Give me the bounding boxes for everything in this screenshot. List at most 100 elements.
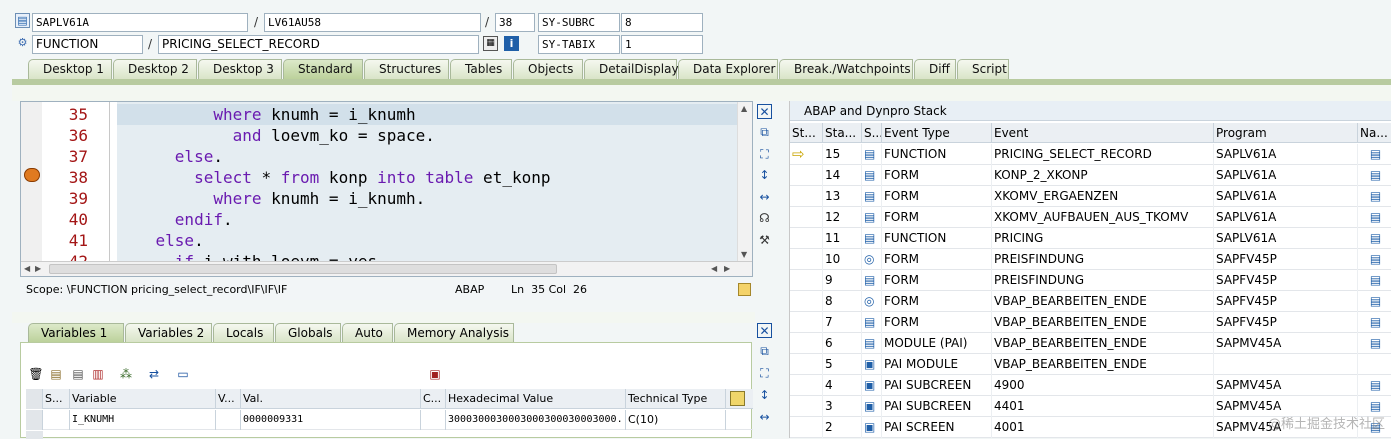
scroll-right-icon[interactable]: ▶ [35, 264, 41, 273]
event-type-field[interactable]: FUNCTION [32, 35, 143, 54]
tab-variables-2[interactable]: Variables 2 [125, 323, 212, 342]
tab-globals[interactable]: Globals [275, 323, 341, 342]
tab-standard[interactable]: Standard [283, 59, 363, 79]
navigate-icon[interactable]: ▤ [1358, 207, 1391, 228]
copy-icon[interactable]: ▤ [48, 366, 64, 382]
stack-row[interactable]: 5 ▣ PAI MODULE VBAP_BEARBEITEN_ENDE [790, 354, 1391, 375]
swap-horizontal-icon[interactable]: ↔ [757, 410, 772, 425]
breakpoint-marker-icon[interactable] [24, 168, 40, 182]
tab-auto[interactable]: Auto [342, 323, 393, 342]
close-icon[interactable]: ✕ [757, 104, 772, 119]
navigate-icon[interactable]: ▤ [1358, 249, 1391, 270]
new-window-icon[interactable]: ⧉ [757, 125, 772, 140]
navigate-icon[interactable] [1358, 354, 1391, 375]
col-header[interactable]: Event [992, 123, 1214, 143]
stack-row[interactable]: 13 ▤ FORM XKOMV_ERGAENZEN SAPLV61A ▤ [790, 186, 1391, 207]
tab-locals[interactable]: Locals [213, 323, 274, 342]
stack-row[interactable]: 6 ▤ MODULE (PAI) VBAP_BEARBEITEN_ENDE SAPMV4… [790, 333, 1391, 354]
col-header[interactable]: Variable [70, 389, 216, 409]
editor-horizontal-scrollbar[interactable]: ◀ ▶ ◀ ▶ [21, 261, 752, 276]
tab-memory-analysis[interactable]: Memory Analysis [394, 323, 514, 342]
navigate-icon[interactable]: ▤ [1358, 270, 1391, 291]
breakpoint-gutter[interactable] [21, 102, 42, 262]
headset-icon[interactable]: ☊ [757, 211, 772, 226]
tab-objects[interactable]: Objects [513, 59, 583, 79]
include-field[interactable]: LV61AU58 [264, 13, 481, 32]
stack-row[interactable]: 8 ◎ FORM VBAP_BEARBEITEN_ENDE SAPFV45P ▤ [790, 291, 1391, 312]
event-field[interactable]: PRICING_SELECT_RECORD [158, 35, 479, 54]
navigate-icon[interactable]: ⇄ [146, 366, 162, 382]
folder-icon[interactable]: ▭ [175, 366, 191, 382]
navigate-icon[interactable]: ▤ [1358, 312, 1391, 333]
tab-desktop-2[interactable]: Desktop 2 [113, 59, 197, 79]
scroll-down-icon[interactable]: ▼ [741, 250, 747, 259]
maximize-icon[interactable]: ⛶ [757, 366, 772, 381]
row-selector-header[interactable] [26, 389, 43, 409]
navigate-icon[interactable]: ▤ [1358, 186, 1391, 207]
info-icon[interactable]: i [504, 36, 519, 51]
col-header[interactable]: S... [43, 389, 70, 409]
program-field[interactable]: SAPLV61A [32, 13, 248, 32]
stack-row[interactable]: ⇨ 15 ▤ FUNCTION PRICING_SELECT_RECORD SAPLV61… [790, 144, 1391, 165]
swap-vertical-icon[interactable]: ↕ [757, 388, 772, 403]
stack-row[interactable]: 12 ▤ FORM XKOMV_AUFBAUEN_AUS_TKOMV SAPLV61A ▤ [790, 207, 1391, 228]
row-selector[interactable] [26, 410, 43, 430]
close-icon[interactable]: ✕ [757, 323, 772, 338]
col-header[interactable]: S... [862, 123, 882, 143]
scroll-left-icon[interactable]: ◀ [24, 264, 30, 273]
col-header[interactable]: Sta... [823, 123, 862, 143]
save-icon[interactable]: ▣ [427, 366, 443, 382]
tools-icon[interactable]: ⚒ [757, 233, 772, 248]
editor-vertical-scrollbar[interactable]: ▲ ▼ [737, 102, 752, 262]
scroll-thumb[interactable] [49, 264, 557, 274]
delete-icon[interactable]: 🗑 [28, 366, 44, 382]
navigate-icon[interactable]: ▤ [1358, 165, 1391, 186]
col-header[interactable]: Na... [1358, 123, 1391, 143]
tab-diff[interactable]: Diff [914, 59, 956, 79]
tab-script[interactable]: Script [957, 59, 1009, 79]
code-area[interactable]: where knumh = i_knumh and loevm_ko = spa… [117, 102, 737, 271]
col-header[interactable]: V... [216, 389, 241, 409]
new-window-icon[interactable]: ⧉ [757, 344, 772, 359]
stack-row[interactable]: 14 ▤ FORM KONP_2_XKONP SAPLV61A ▤ [790, 165, 1391, 186]
stack-row[interactable]: 4 ▣ PAI SUBCREEN 4900 SAPMV45A ▤ [790, 375, 1391, 396]
tab-structures[interactable]: Structures [364, 59, 449, 79]
tab-variables-1[interactable]: Variables 1 [28, 323, 124, 342]
hierarchy-icon[interactable]: ⁂ [118, 366, 134, 382]
scroll-right-icon[interactable]: ▶ [724, 264, 730, 273]
variable-value[interactable]: 0000009331 [241, 410, 421, 430]
scroll-left-icon[interactable]: ◀ [711, 264, 717, 273]
tab-desktop-1[interactable]: Desktop 1 [28, 59, 112, 79]
source-editor[interactable]: 35 36 37 38 39 40 41 42 where knumh = i_… [20, 101, 753, 277]
stack-row[interactable]: 11 ▤ FUNCTION PRICING SAPLV61A ▤ [790, 228, 1391, 249]
display-object-icon[interactable]: ▦ [483, 36, 498, 51]
tab-detaildisplay[interactable]: DetailDisplay [584, 59, 679, 79]
scroll-up-icon[interactable]: ▲ [741, 104, 747, 113]
column-settings-icon[interactable] [730, 391, 745, 406]
col-header[interactable]: Event Type [882, 123, 992, 143]
navigate-icon[interactable]: ▤ [1358, 144, 1391, 165]
swap-horizontal-icon[interactable]: ↔ [757, 190, 772, 205]
tab-tables[interactable]: Tables [450, 59, 512, 79]
col-header[interactable]: C... [421, 389, 446, 409]
navigate-icon[interactable]: ▤ [1358, 333, 1391, 354]
col-header[interactable]: Hexadecimal Value [446, 389, 626, 409]
stack-row[interactable]: 10 ◎ FORM PREISFINDUNG SAPFV45P ▤ [790, 249, 1391, 270]
maximize-icon[interactable]: ⛶ [757, 147, 772, 162]
col-header[interactable]: Technical Type [626, 389, 726, 409]
col-header[interactable]: Program [1214, 123, 1358, 143]
variable-name[interactable]: I_KNUMH [70, 410, 216, 430]
tab-data-explorer[interactable]: Data Explorer [678, 59, 778, 79]
navigate-icon[interactable]: ▤ [1358, 375, 1391, 396]
tab-breakpoints[interactable]: Break./Watchpoints [779, 59, 913, 79]
tab-desktop-3[interactable]: Desktop 3 [198, 59, 282, 79]
variable-row[interactable]: I_KNUMH 0000009331 300030003000300030003… [26, 410, 753, 430]
export-icon[interactable]: ▥ [90, 366, 106, 382]
line-field[interactable]: 38 [495, 13, 535, 32]
col-header[interactable]: Val. [241, 389, 421, 409]
stack-row[interactable]: 9 ▤ FORM PREISFINDUNG SAPFV45P ▤ [790, 270, 1391, 291]
paste-icon[interactable]: ▤ [70, 366, 86, 382]
note-icon[interactable] [738, 283, 751, 296]
col-header[interactable]: St... [790, 123, 823, 143]
navigate-icon[interactable]: ▤ [1358, 291, 1391, 312]
